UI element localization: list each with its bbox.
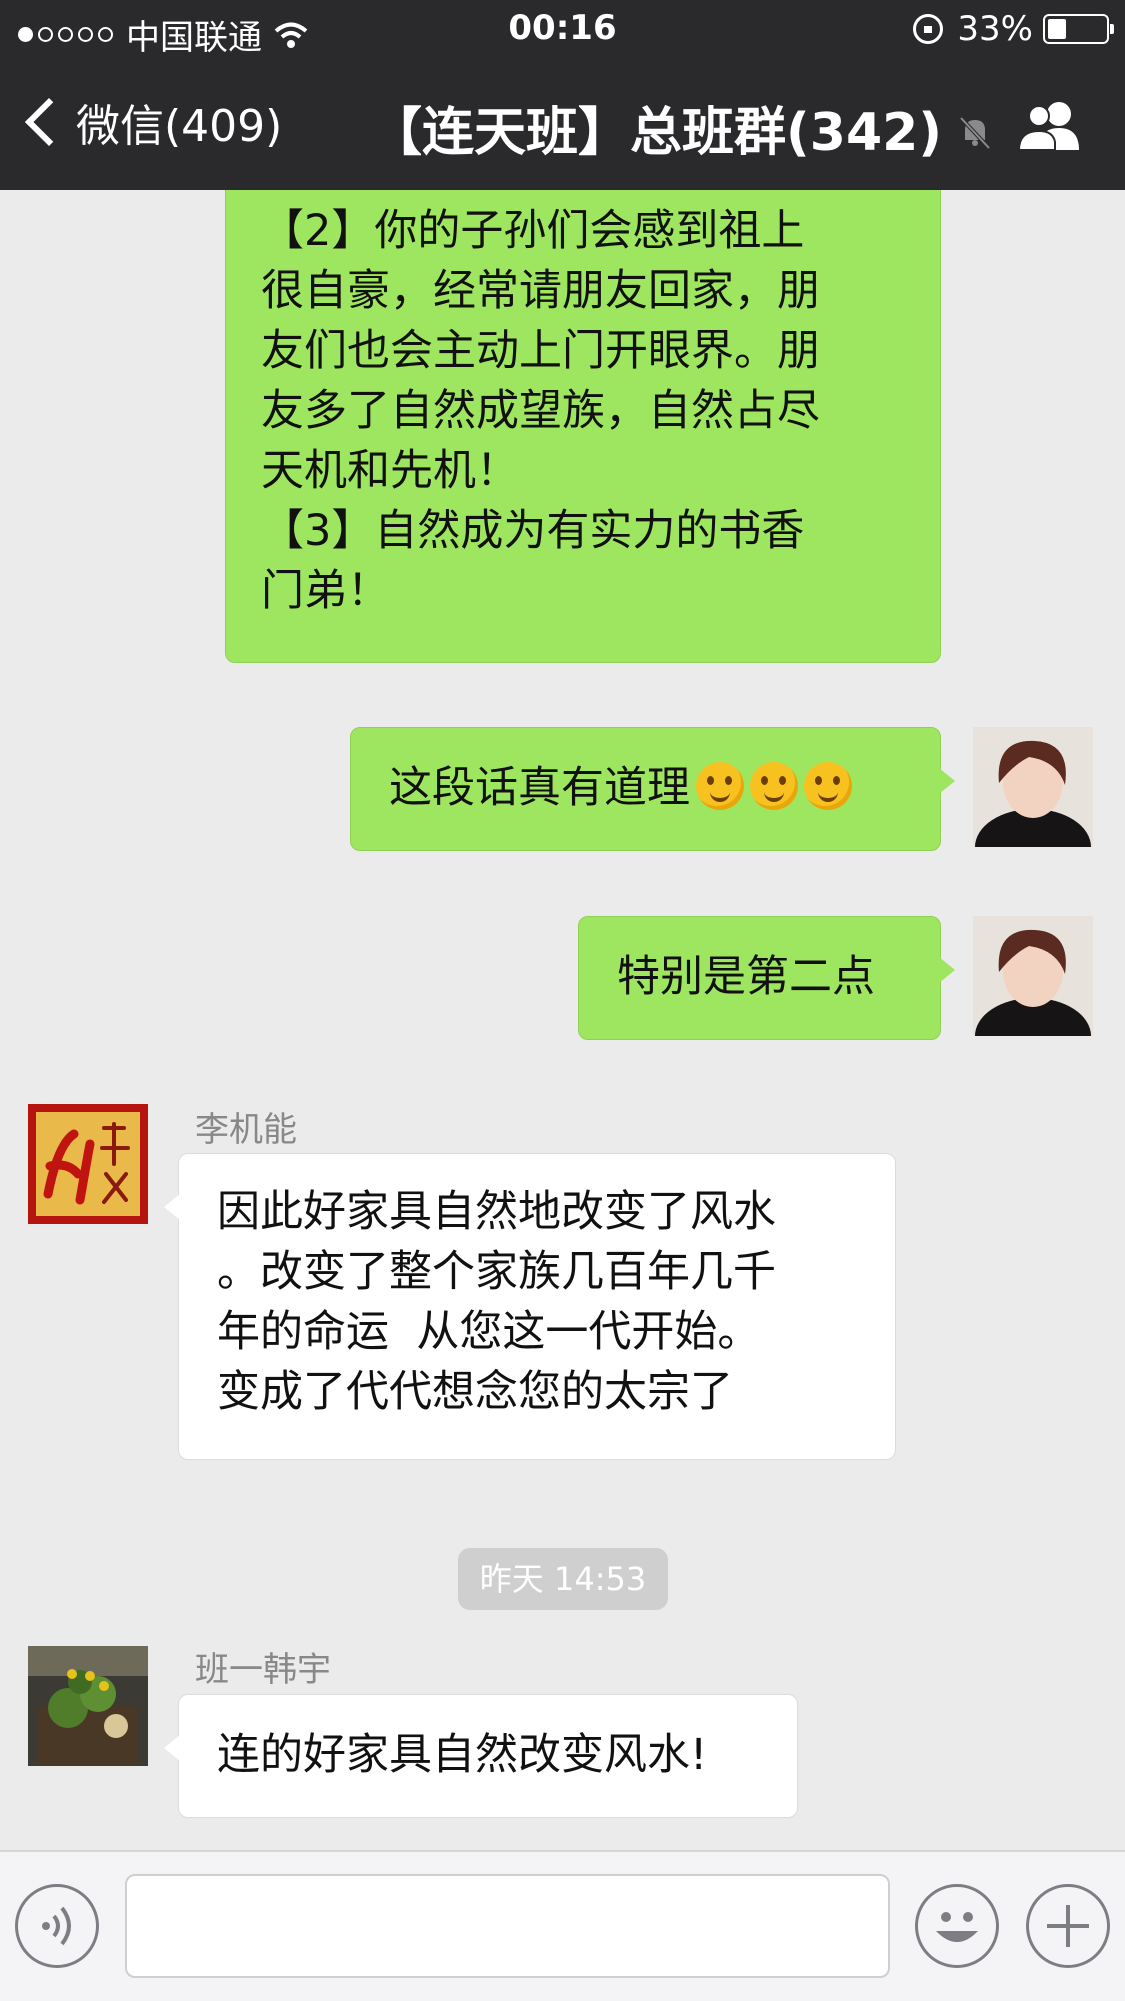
- message-line: 变成了代代想念您的太宗了: [217, 1367, 733, 1417]
- emoji-button[interactable]: [915, 1884, 999, 1968]
- status-right: 33%: [913, 9, 1114, 49]
- message-bubble[interactable]: 因此好家具自然地改变了风水 。改变了整个家族几百年几千 年的命运 从您这一代开始…: [164, 1153, 896, 1460]
- chat-message-list[interactable]: 子孙都会记者恩 【2】你的子孙们会感到祖上 很自豪，经常请朋友回家，朋 友们也会…: [0, 190, 1125, 1850]
- message-line: 很自豪，经常请朋友回家，朋: [261, 266, 820, 316]
- avatar[interactable]: [28, 1104, 148, 1224]
- message-bubble[interactable]: 这段话真有道理: [350, 727, 955, 851]
- message-line: 因此好家具自然地改变了风水: [217, 1187, 776, 1237]
- time-divider: 昨天 14:53: [458, 1548, 668, 1610]
- avatar-photo: [973, 727, 1093, 847]
- emoji-icon: [750, 762, 798, 810]
- battery-icon: [1043, 14, 1114, 44]
- message-line: 天机和先机！: [261, 446, 519, 496]
- back-label: 微信(409): [76, 101, 283, 152]
- chat-input-bar: [0, 1850, 1125, 2001]
- message-line: 门弟！: [261, 566, 390, 616]
- message-line: 友们也会主动上门开眼界。朋: [261, 326, 820, 376]
- message-line: 【3】自然成为有实力的书香: [261, 506, 805, 556]
- rotation-lock-icon: [913, 14, 944, 44]
- message-line: 年的命运 从您这一代开始。: [217, 1307, 761, 1357]
- group-members-icon[interactable]: [1015, 98, 1085, 152]
- message-text: 连的好家具自然改变风水!: [217, 1730, 708, 1780]
- avatar[interactable]: [28, 1646, 148, 1766]
- message-bubble[interactable]: 子孙都会记者恩 【2】你的子孙们会感到祖上 很自豪，经常请朋友回家，朋 友们也会…: [225, 190, 941, 663]
- nav-bar: 微信(409) 【连天班】总班群(342): [0, 60, 1125, 190]
- voice-icon: [42, 1906, 71, 1946]
- plus-icon: [1047, 1905, 1089, 1947]
- battery-fill: [1048, 19, 1066, 39]
- avatar-photo: [973, 916, 1093, 1036]
- emoji-icon: [936, 1912, 978, 1942]
- emoji-icon: [804, 762, 852, 810]
- avatar[interactable]: [973, 727, 1093, 847]
- message-text: 特别是第二点: [617, 952, 875, 1002]
- more-button[interactable]: [1026, 1884, 1110, 1968]
- voice-button[interactable]: [15, 1884, 99, 1968]
- avatar[interactable]: [973, 916, 1093, 1036]
- sender-name: 班一韩宇: [195, 1650, 331, 1690]
- mute-bell-icon: [959, 116, 991, 150]
- battery-percent: 33%: [957, 9, 1033, 49]
- chevron-left-icon: [24, 97, 74, 147]
- chat-title: 【连天班】总班群(342): [370, 103, 943, 163]
- message-line: 。改变了整个家族几百年几千: [217, 1247, 776, 1297]
- sender-name: 李机能: [195, 1110, 297, 1150]
- avatar-seal: [28, 1104, 148, 1224]
- emoji-icon: [696, 762, 744, 810]
- message-bubble[interactable]: 连的好家具自然改变风水!: [164, 1694, 798, 1818]
- message-bubble[interactable]: 特别是第二点: [578, 916, 955, 1040]
- message-text: 这段话真有道理: [389, 763, 690, 813]
- back-button[interactable]: 微信(409): [24, 90, 282, 154]
- avatar-plant-photo: [28, 1646, 148, 1766]
- status-bar: 中国联通 00:16 33%: [0, 0, 1125, 60]
- message-input[interactable]: [125, 1874, 890, 1978]
- message-line: 子孙都会记者恩: [261, 190, 910, 201]
- message-line: 友多了自然成望族，自然占尽: [261, 386, 820, 436]
- message-line: 【2】你的子孙们会感到祖上: [261, 206, 805, 256]
